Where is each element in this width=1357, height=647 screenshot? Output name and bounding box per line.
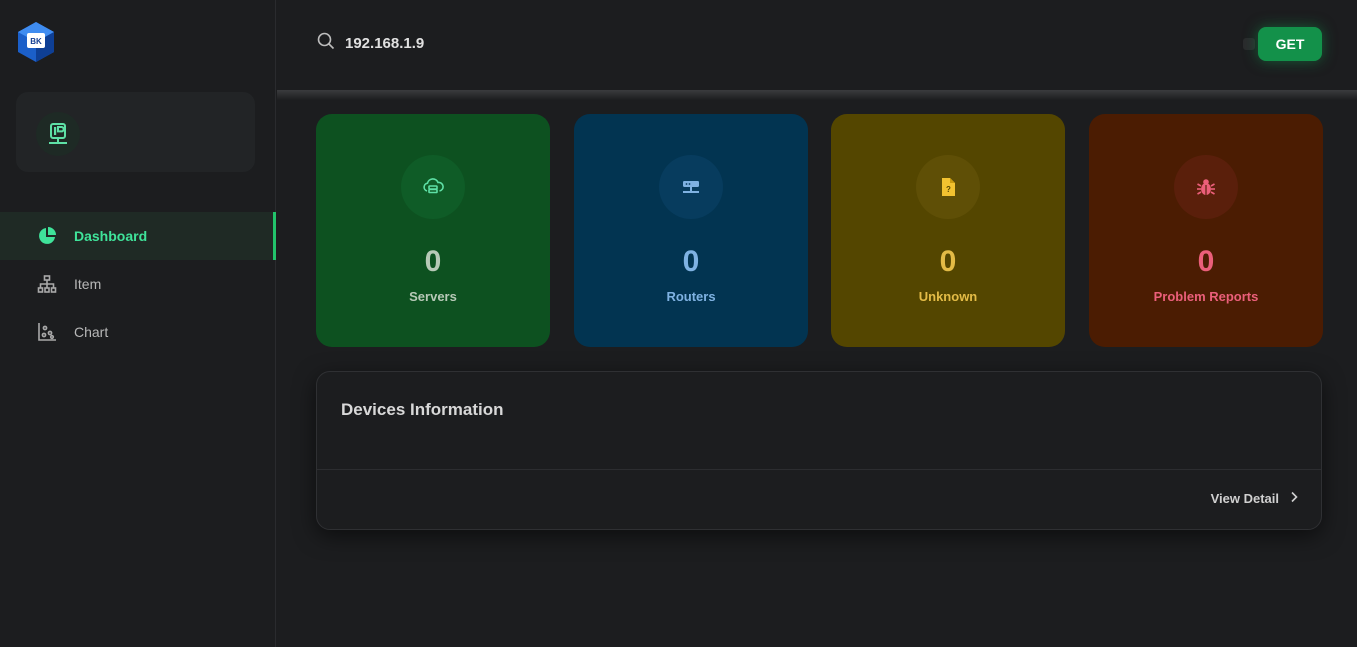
ip-scanner-card: [16, 92, 255, 172]
stat-card-servers[interactable]: 0 Servers: [316, 114, 550, 347]
hierarchy-icon: [36, 273, 58, 295]
divider: [317, 469, 1321, 470]
app-logo[interactable]: BK: [15, 21, 57, 63]
sidebar-nav: Dashboard Item Chart: [0, 212, 276, 356]
sidebar-item-item[interactable]: Item: [0, 260, 276, 308]
routers-count: 0: [682, 245, 700, 278]
status-indicator: [1243, 38, 1255, 50]
server-cloud-icon: [401, 155, 465, 219]
routers-label: Routers: [666, 289, 716, 304]
stat-card-problem-reports[interactable]: 0 Problem Reports: [1089, 114, 1323, 347]
unknown-label: Unknown: [918, 289, 978, 304]
top-bar-shadow: [277, 90, 1357, 100]
unknown-count: 0: [939, 245, 957, 278]
router-icon: [659, 155, 723, 219]
panel-title: Devices Information: [341, 400, 504, 419]
sidebar-item-label: Dashboard: [74, 228, 148, 244]
servers-count: 0: [424, 245, 442, 278]
get-button[interactable]: GET: [1258, 27, 1322, 61]
search-icon[interactable]: [317, 32, 335, 55]
sidebar-item-chart[interactable]: Chart: [0, 308, 276, 356]
chevron-right-icon: [1289, 491, 1299, 506]
view-detail-label: View Detail: [1210, 491, 1279, 506]
stat-card-routers[interactable]: 0 Routers: [574, 114, 808, 347]
devices-information-panel: Devices Information View Detail: [316, 371, 1322, 530]
pie-chart-icon: [36, 225, 58, 247]
search-bar: [317, 32, 645, 55]
problem-reports-count: 0: [1197, 245, 1215, 278]
sidebar-item-label: Item: [74, 276, 102, 292]
view-detail-link[interactable]: View Detail: [1211, 491, 1299, 506]
svg-text:BK: BK: [30, 37, 42, 46]
search-input[interactable]: [345, 35, 645, 52]
sidebar: BK Dashboard Item Chart: [0, 0, 276, 647]
unknown-file-icon: ?: [916, 155, 980, 219]
scatter-chart-icon: [36, 321, 58, 343]
bug-icon: [1174, 155, 1238, 219]
top-bar: GET: [277, 0, 1357, 90]
ip-network-icon: [36, 112, 80, 156]
stat-card-unknown[interactable]: ? 0 Unknown: [831, 114, 1065, 347]
servers-label: Servers: [409, 289, 457, 304]
sidebar-item-label: Chart: [74, 324, 109, 340]
sidebar-item-dashboard[interactable]: Dashboard: [0, 212, 276, 260]
problem-reports-label: Problem Reports: [1153, 289, 1259, 304]
svg-text:?: ?: [946, 185, 951, 194]
